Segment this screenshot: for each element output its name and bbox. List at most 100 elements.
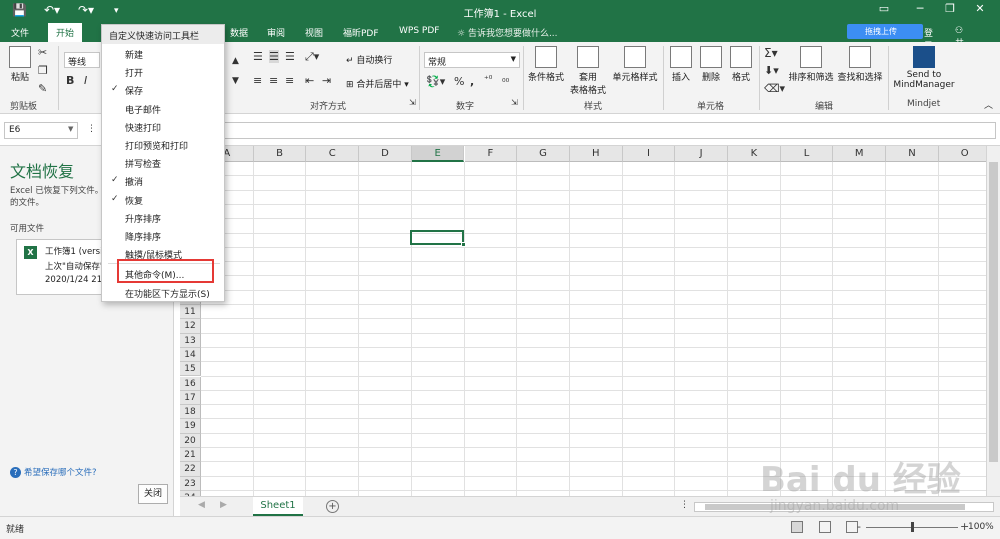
chevron-down-icon[interactable]: ▼ — [68, 125, 73, 133]
format-cells-button[interactable]: 格式 — [727, 46, 755, 83]
column-header-b[interactable]: B — [253, 146, 307, 162]
percent-button[interactable]: % — [454, 75, 464, 88]
decrease-indent-icon[interactable]: ⇤ — [305, 74, 314, 87]
sort-filter-button[interactable]: 排序和筛选 — [788, 46, 834, 83]
normal-view-icon[interactable] — [791, 521, 803, 533]
format-painter-icon[interactable]: ✎ — [38, 82, 47, 95]
tab-foxit-pdf[interactable]: 福昕PDF — [343, 26, 379, 39]
tab-home[interactable]: 开始 — [48, 23, 83, 42]
zoom-slider-thumb[interactable] — [911, 522, 914, 532]
menu-item-5[interactable]: 打印预览和打印 — [102, 136, 224, 154]
restore-ribbon-icon[interactable]: ▭ — [870, 2, 898, 20]
recovery-help-link[interactable]: ? 希望保存哪个文件? — [10, 466, 97, 478]
find-select-button[interactable]: 查找和选择 — [836, 46, 884, 83]
menu-item-3[interactable]: 电子邮件 — [102, 100, 224, 118]
active-cell-e6[interactable] — [410, 230, 464, 245]
add-sheet-icon[interactable]: + — [326, 500, 339, 513]
row-header-19[interactable]: 19 — [180, 419, 201, 434]
menu-item-2[interactable]: ✓ 保存 — [102, 81, 224, 99]
close-icon[interactable]: ✕ — [966, 2, 994, 20]
increase-indent-icon[interactable]: ⇥ — [322, 74, 331, 87]
column-header-n[interactable]: N — [886, 146, 939, 162]
bold-button[interactable]: B — [66, 74, 74, 87]
number-format-box[interactable]: 常规 ▼ — [424, 52, 520, 68]
menu-item-8[interactable]: ✓ 恢复 — [102, 191, 224, 209]
formula-input[interactable] — [224, 122, 996, 139]
row-header-15[interactable]: 15 — [180, 362, 201, 377]
row-header-12[interactable]: 12 — [180, 319, 201, 334]
tab-file[interactable]: 文件 — [11, 26, 29, 39]
align-right-icon[interactable]: ≡ — [285, 74, 294, 87]
italic-button[interactable]: I — [84, 74, 87, 87]
menu-item-6[interactable]: 拼写检查 — [102, 154, 224, 172]
tab-review[interactable]: 审阅 — [267, 26, 285, 39]
decrease-decimal-icon[interactable]: ₀₀ — [502, 75, 509, 85]
row-header-13[interactable]: 13 — [180, 333, 201, 348]
page-layout-view-icon[interactable] — [819, 521, 831, 533]
baidu-upload-button[interactable]: 拖拽上传 — [847, 24, 923, 39]
close-recovery-button[interactable]: 关闭 — [138, 484, 168, 504]
paste-button[interactable]: 粘贴 — [6, 46, 34, 83]
tell-me-search[interactable]: ☼ 告诉我您想要做什么... — [457, 26, 558, 39]
column-header-k[interactable]: K — [728, 146, 781, 162]
tab-view[interactable]: 视图 — [305, 26, 323, 39]
column-header-j[interactable]: J — [675, 146, 728, 162]
row-header-22[interactable]: 22 — [180, 462, 201, 477]
row-header-18[interactable]: 18 — [180, 405, 201, 420]
align-middle-icon[interactable]: ☰ — [269, 50, 279, 63]
comma-button[interactable]: , — [470, 75, 474, 88]
menu-item-13[interactable]: 在功能区下方显示(S) — [102, 284, 224, 302]
tab-split-icon[interactable]: ⋮ — [680, 500, 689, 510]
column-header-g[interactable]: G — [517, 146, 570, 162]
column-header-l[interactable]: L — [780, 146, 834, 162]
fill-icon[interactable]: ⬇▾ — [764, 64, 779, 77]
column-header-e[interactable]: E — [411, 146, 465, 162]
name-box[interactable]: E6 — [4, 122, 78, 139]
zoom-out-button[interactable]: - — [857, 520, 861, 533]
sheet-tab-sheet1[interactable]: Sheet1 — [253, 497, 303, 516]
font-name-box[interactable]: 等线 — [64, 52, 100, 68]
row-header-11[interactable]: 11 — [180, 305, 201, 320]
send-to-mindmanager-button[interactable]: Send to MindManager — [891, 46, 957, 90]
increase-decimal-icon[interactable]: ⁺⁰ — [484, 75, 492, 85]
menu-item-10[interactable]: 降序排序 — [102, 227, 224, 245]
font-size-up-icon[interactable]: ▲ — [232, 56, 239, 66]
collapse-ribbon-icon[interactable]: ︿ — [984, 98, 993, 111]
number-launcher-icon[interactable]: ⇲ — [511, 98, 518, 107]
column-header-o[interactable]: O — [938, 146, 992, 162]
orientation-icon[interactable]: ⤢▾ — [305, 50, 319, 64]
autosum-icon[interactable]: Σ▾ — [764, 46, 778, 60]
column-header-i[interactable]: I — [622, 146, 676, 162]
cut-icon[interactable]: ✂ — [38, 46, 47, 59]
menu-item-9[interactable]: 升序排序 — [102, 209, 224, 227]
conditional-format-button[interactable]: 条件格式 — [527, 46, 565, 83]
alignment-launcher-icon[interactable]: ⇲ — [409, 98, 416, 107]
tab-data[interactable]: 数据 — [230, 26, 248, 39]
vertical-scrollbar[interactable] — [986, 146, 1000, 496]
column-header-d[interactable]: D — [359, 146, 412, 162]
maximize-icon[interactable]: ❐ — [936, 2, 964, 20]
tab-wps-pdf[interactable]: WPS PDF — [399, 26, 439, 36]
clear-icon[interactable]: ⌫▾ — [764, 82, 785, 95]
fill-handle[interactable] — [461, 242, 466, 247]
row-header-23[interactable]: 23 — [180, 476, 201, 491]
zoom-level[interactable]: 100% — [968, 522, 994, 532]
align-bottom-icon[interactable]: ☰ — [285, 50, 295, 63]
menu-item-4[interactable]: 快速打印 — [102, 118, 224, 136]
minimize-icon[interactable]: ─ — [906, 2, 934, 20]
column-header-f[interactable]: F — [464, 146, 518, 162]
prev-sheet-icon[interactable]: ◀ — [198, 500, 205, 510]
insert-cells-button[interactable]: 插入 — [667, 46, 695, 83]
copy-icon[interactable]: ❐ — [38, 64, 48, 77]
column-header-m[interactable]: M — [833, 146, 887, 162]
format-as-table-button[interactable]: 套用 表格格式 — [568, 46, 608, 96]
align-left-icon[interactable]: ≡ — [253, 74, 262, 87]
font-size-down-icon[interactable]: ▼ — [232, 76, 239, 86]
row-header-20[interactable]: 20 — [180, 433, 201, 448]
vertical-scroll-thumb[interactable] — [989, 162, 998, 462]
row-header-16[interactable]: 16 — [180, 376, 201, 391]
row-header-21[interactable]: 21 — [180, 448, 201, 463]
align-top-icon[interactable]: ☰ — [253, 50, 263, 63]
next-sheet-icon[interactable]: ▶ — [220, 500, 227, 510]
cell-styles-button[interactable]: 单元格样式 — [610, 46, 660, 83]
